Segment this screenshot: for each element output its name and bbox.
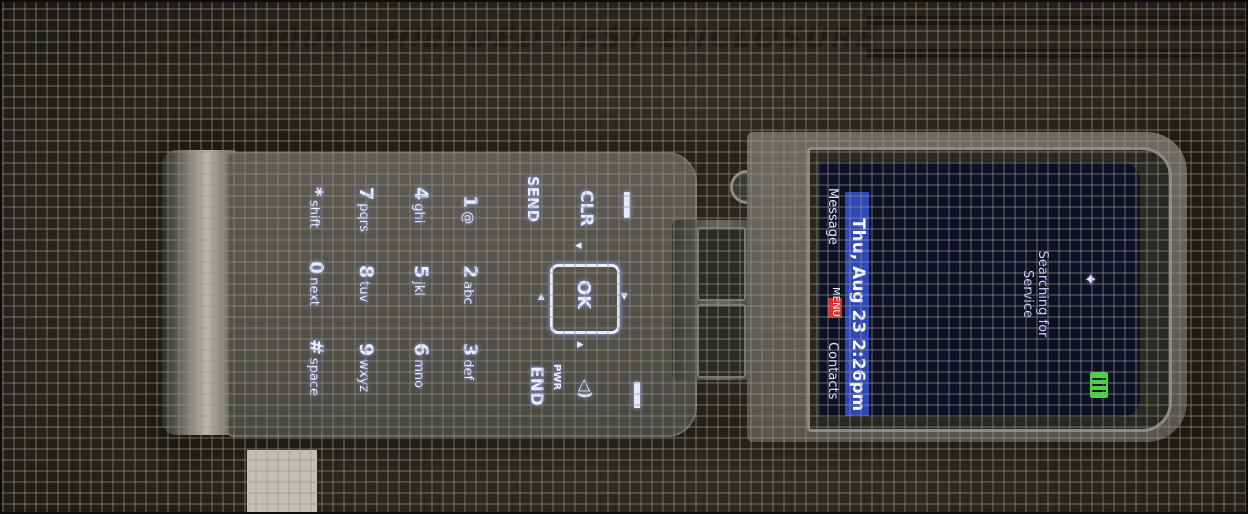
display-left-softkey: Message [825, 188, 840, 245]
key-star[interactable]: *shift [305, 187, 327, 263]
hinge-slot [697, 227, 746, 301]
key-9[interactable]: 9wxyz [355, 343, 377, 419]
key-hash[interactable]: #space [305, 339, 327, 423]
enclosure-model: STE3000 SHIELDED TEST ENCLOSURE [185, 22, 881, 55]
battery-icon [1090, 372, 1108, 398]
phone-bottom-edge [162, 150, 237, 435]
left-soft-key[interactable] [624, 192, 630, 218]
ok-button[interactable]: OK [570, 280, 594, 312]
enclosure-stripe [867, 16, 1246, 25]
nav-up-icon[interactable]: ◂ [575, 238, 582, 253]
bluetooth-icon: ✦ [1084, 270, 1098, 289]
enclosure-stripe [867, 49, 1246, 58]
right-soft-key[interactable] [634, 382, 640, 408]
key-3[interactable]: 3def [459, 343, 481, 419]
key-2[interactable]: 2abc [459, 265, 481, 341]
photo-scene: ramsey STE3000 SHIELDED TEST ENCLOSURE S… [0, 0, 1248, 514]
key-8[interactable]: 8tuv [355, 265, 377, 341]
end-key[interactable]: END [524, 366, 546, 416]
key-5[interactable]: 5jkl [410, 265, 432, 341]
display-center-label: MENU [830, 287, 841, 317]
nav-left-icon[interactable]: ▴ [538, 289, 545, 304]
key-0[interactable]: 0next [305, 261, 327, 345]
key-4[interactable]: 4ghi [410, 187, 432, 263]
tape-piece [247, 450, 317, 512]
end-key-sub: PWR [551, 364, 562, 391]
key-1[interactable]: 1@ [459, 195, 481, 255]
nav-down-icon[interactable]: ▸ [577, 337, 584, 352]
enclosure-label: ramsey STE3000 SHIELDED TEST ENCLOSURE [8, 22, 881, 68]
display-datetime: Thu, Aug 23 2:26pm [848, 218, 868, 412]
send-key[interactable]: SEND [518, 176, 542, 236]
nav-right-icon[interactable]: ▾ [621, 289, 628, 304]
display-right-softkey: Contacts [825, 342, 840, 400]
enclosure-brand: ramsey [10, 22, 152, 55]
key-7[interactable]: 7pqrs [355, 187, 377, 263]
display-carrier-status: Searching for Service [1014, 239, 1050, 349]
speaker-key[interactable]: ◁) [575, 379, 595, 409]
carrier-line-2: Service [1020, 269, 1035, 319]
carrier-line-1: Searching for [1035, 250, 1050, 338]
key-6[interactable]: 6mno [410, 343, 432, 419]
clr-key[interactable]: CLR [572, 190, 596, 234]
hinge-slot [697, 304, 746, 378]
